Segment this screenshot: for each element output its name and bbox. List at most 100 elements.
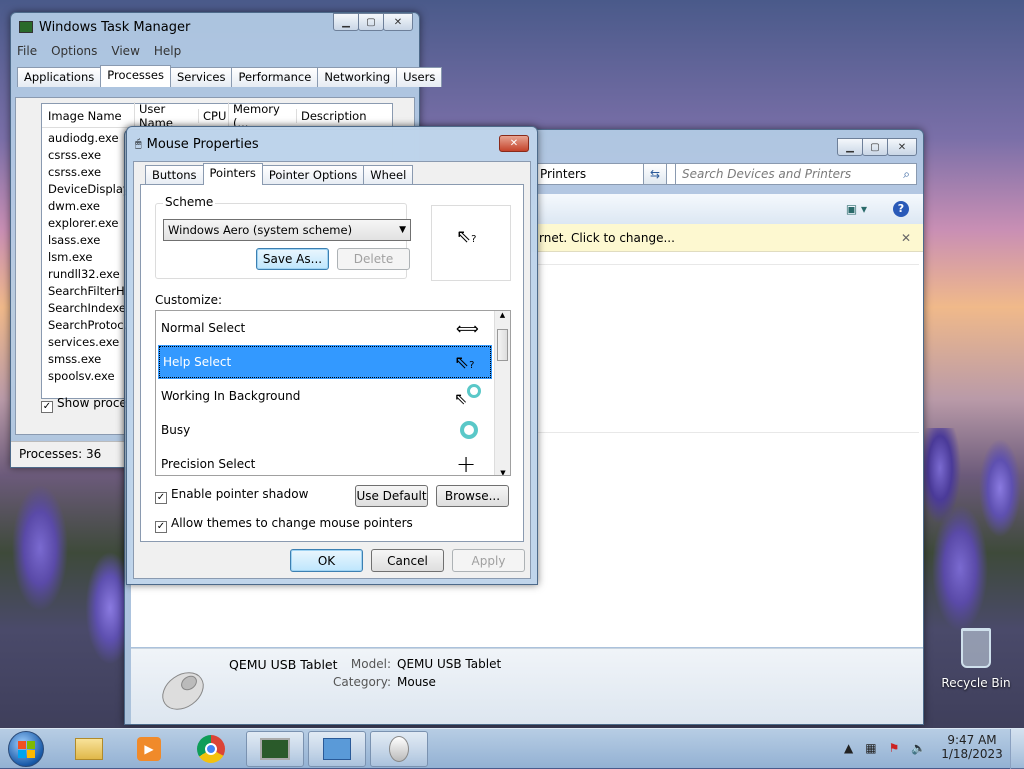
clock[interactable]: 9:47 AM 1/18/2023 bbox=[940, 733, 1004, 761]
menu-file[interactable]: File bbox=[17, 44, 37, 58]
minimize-button[interactable]: ▁ bbox=[333, 13, 359, 31]
taskbar-explorer[interactable] bbox=[60, 731, 118, 767]
command-bar: ▣ ▾ ? bbox=[535, 194, 923, 224]
close-button[interactable]: ✕ bbox=[887, 138, 917, 156]
taskbar-chrome[interactable] bbox=[182, 731, 240, 767]
scrollbar-thumb[interactable] bbox=[497, 329, 508, 361]
tab-applications[interactable]: Applications bbox=[17, 67, 102, 87]
scheme-value: Windows Aero (system scheme) bbox=[168, 223, 353, 237]
network-notice-bar[interactable]: rnet. Click to change... ✕ bbox=[535, 224, 923, 252]
busy-icon bbox=[460, 421, 478, 439]
clock-date: 1/18/2023 bbox=[941, 747, 1003, 761]
device-name: QEMU USB Tablet bbox=[229, 657, 338, 672]
task-manager-icon bbox=[260, 738, 290, 760]
taskbar-task-manager[interactable] bbox=[246, 731, 304, 767]
list-item[interactable]: Precision Select + bbox=[156, 447, 496, 475]
minimize-button[interactable]: ▁ bbox=[837, 138, 863, 156]
start-button[interactable] bbox=[8, 731, 44, 767]
close-icon[interactable]: ✕ bbox=[901, 231, 923, 245]
search-input[interactable]: Search Devices and Printers ⌕ bbox=[675, 163, 917, 185]
list-item[interactable]: Working In Background ⇖ bbox=[156, 379, 496, 413]
close-button[interactable]: ✕ bbox=[383, 13, 413, 31]
pointer-name: Busy bbox=[161, 423, 191, 437]
menu-view[interactable]: View bbox=[111, 44, 139, 58]
show-desktop-button[interactable] bbox=[1010, 729, 1024, 769]
process-count: Processes: 36 bbox=[19, 447, 102, 461]
menu-help[interactable]: Help bbox=[154, 44, 181, 58]
mouse-icon bbox=[389, 736, 409, 762]
tab-networking[interactable]: Networking bbox=[317, 67, 398, 87]
column-image-name[interactable]: Image Name bbox=[42, 109, 134, 123]
process-list-header: Image Name User Name CPU Memory (... Des… bbox=[42, 101, 392, 130]
checkbox-icon: ✓ bbox=[155, 521, 167, 533]
breadcrumb: Printers bbox=[540, 167, 587, 181]
devices-printers-icon bbox=[323, 738, 351, 760]
column-cpu[interactable]: CPU bbox=[198, 108, 228, 123]
checkbox-icon: ✓ bbox=[41, 401, 53, 413]
use-default-button[interactable]: Use Default bbox=[355, 485, 428, 507]
save-as-button[interactable]: Save As... bbox=[256, 248, 329, 270]
network-icon[interactable]: ▦ bbox=[865, 741, 876, 755]
list-scrollbar[interactable]: ▲ ▼ bbox=[494, 311, 510, 475]
network-notice: rnet. Click to change... bbox=[539, 230, 675, 245]
scheme-label: Scheme bbox=[163, 195, 216, 209]
category-label: Category: bbox=[333, 675, 391, 689]
windows-logo-icon bbox=[17, 740, 35, 758]
action-center-icon[interactable]: ⚑ bbox=[889, 741, 900, 755]
apply-button[interactable]: Apply bbox=[452, 549, 525, 572]
allow-themes-checkbox[interactable]: ✓ Allow themes to change mouse pointers bbox=[155, 516, 413, 533]
folder-icon bbox=[75, 738, 103, 760]
mouse-icon: 🖱 bbox=[135, 137, 142, 150]
tab-services[interactable]: Services bbox=[169, 67, 233, 87]
tab-performance[interactable]: Performance bbox=[231, 67, 319, 87]
list-item[interactable]: Help Select ⇖? bbox=[158, 345, 492, 379]
ok-button[interactable]: OK bbox=[290, 549, 363, 572]
scheme-select[interactable]: Windows Aero (system scheme) ▼ bbox=[163, 219, 411, 241]
recycle-bin-icon bbox=[961, 628, 991, 668]
mouse-device-icon bbox=[155, 667, 207, 715]
tab-wheel[interactable]: Wheel bbox=[363, 165, 414, 185]
mouse-properties-titlebar[interactable]: 🖱 Mouse Properties bbox=[127, 127, 537, 161]
mouse-tabs: Buttons Pointers Pointer Options Wheel bbox=[141, 163, 414, 185]
dialog-title: Mouse Properties bbox=[146, 136, 259, 152]
maximize-button[interactable]: ▢ bbox=[358, 13, 384, 31]
refresh-button[interactable]: ⇆ bbox=[643, 163, 667, 185]
chevron-down-icon[interactable]: ▼ bbox=[399, 225, 406, 235]
chrome-icon bbox=[197, 735, 225, 763]
recycle-bin[interactable]: Recycle Bin bbox=[940, 628, 1012, 690]
volume-icon[interactable]: 🔈 bbox=[911, 741, 926, 755]
pointer-list[interactable]: Normal Select ⟺ Help Select ⇖? Working In … bbox=[155, 310, 511, 476]
taskbar-media-player[interactable]: ▶ bbox=[120, 731, 178, 767]
taskbar-control-panel[interactable] bbox=[308, 731, 366, 767]
search-icon[interactable]: ⌕ bbox=[903, 167, 916, 182]
pointer-preview: ⇖? bbox=[431, 205, 511, 281]
view-options-icon[interactable]: ▣ ▾ bbox=[846, 202, 867, 216]
customize-label: Customize: bbox=[155, 293, 223, 307]
show-hidden-icons-icon[interactable]: ▲ bbox=[844, 741, 853, 755]
tab-pointers[interactable]: Pointers bbox=[202, 163, 263, 185]
tab-pointer-options[interactable]: Pointer Options bbox=[261, 165, 365, 185]
list-item[interactable]: Normal Select ⟺ bbox=[156, 311, 496, 345]
enable-shadow-label: Enable pointer shadow bbox=[171, 487, 309, 501]
taskbar-mouse-properties[interactable] bbox=[370, 731, 428, 767]
tab-buttons[interactable]: Buttons bbox=[145, 165, 204, 185]
cancel-button[interactable]: Cancel bbox=[371, 549, 444, 572]
menu-options[interactable]: Options bbox=[51, 44, 97, 58]
help-icon[interactable]: ? bbox=[893, 201, 909, 217]
details-pane: QEMU USB Tablet Model: QEMU USB Tablet Ca… bbox=[131, 648, 923, 724]
pointer-name: Working In Background bbox=[161, 389, 301, 403]
help-select-cursor-icon: ⇖? bbox=[456, 226, 477, 247]
delete-button[interactable]: Delete bbox=[337, 248, 410, 270]
list-item[interactable]: Busy bbox=[156, 413, 496, 447]
pointers-panel: Scheme Windows Aero (system scheme) ▼ Sa… bbox=[140, 184, 524, 542]
close-button[interactable]: ✕ bbox=[499, 135, 529, 152]
enable-shadow-checkbox[interactable]: ✓ Enable pointer shadow bbox=[155, 487, 308, 504]
tab-processes[interactable]: Processes bbox=[100, 65, 171, 87]
browse-button[interactable]: Browse... bbox=[436, 485, 509, 507]
pointer-name: Precision Select bbox=[161, 457, 256, 471]
column-description[interactable]: Description bbox=[296, 108, 376, 123]
tab-users[interactable]: Users bbox=[396, 67, 443, 87]
system-tray: ▲ ▦ ⚑ 🔈 bbox=[844, 741, 926, 755]
maximize-button[interactable]: ▢ bbox=[862, 138, 888, 156]
mouse-properties-dialog[interactable]: 🖱 Mouse Properties ✕ Buttons Pointers Po… bbox=[126, 126, 538, 585]
